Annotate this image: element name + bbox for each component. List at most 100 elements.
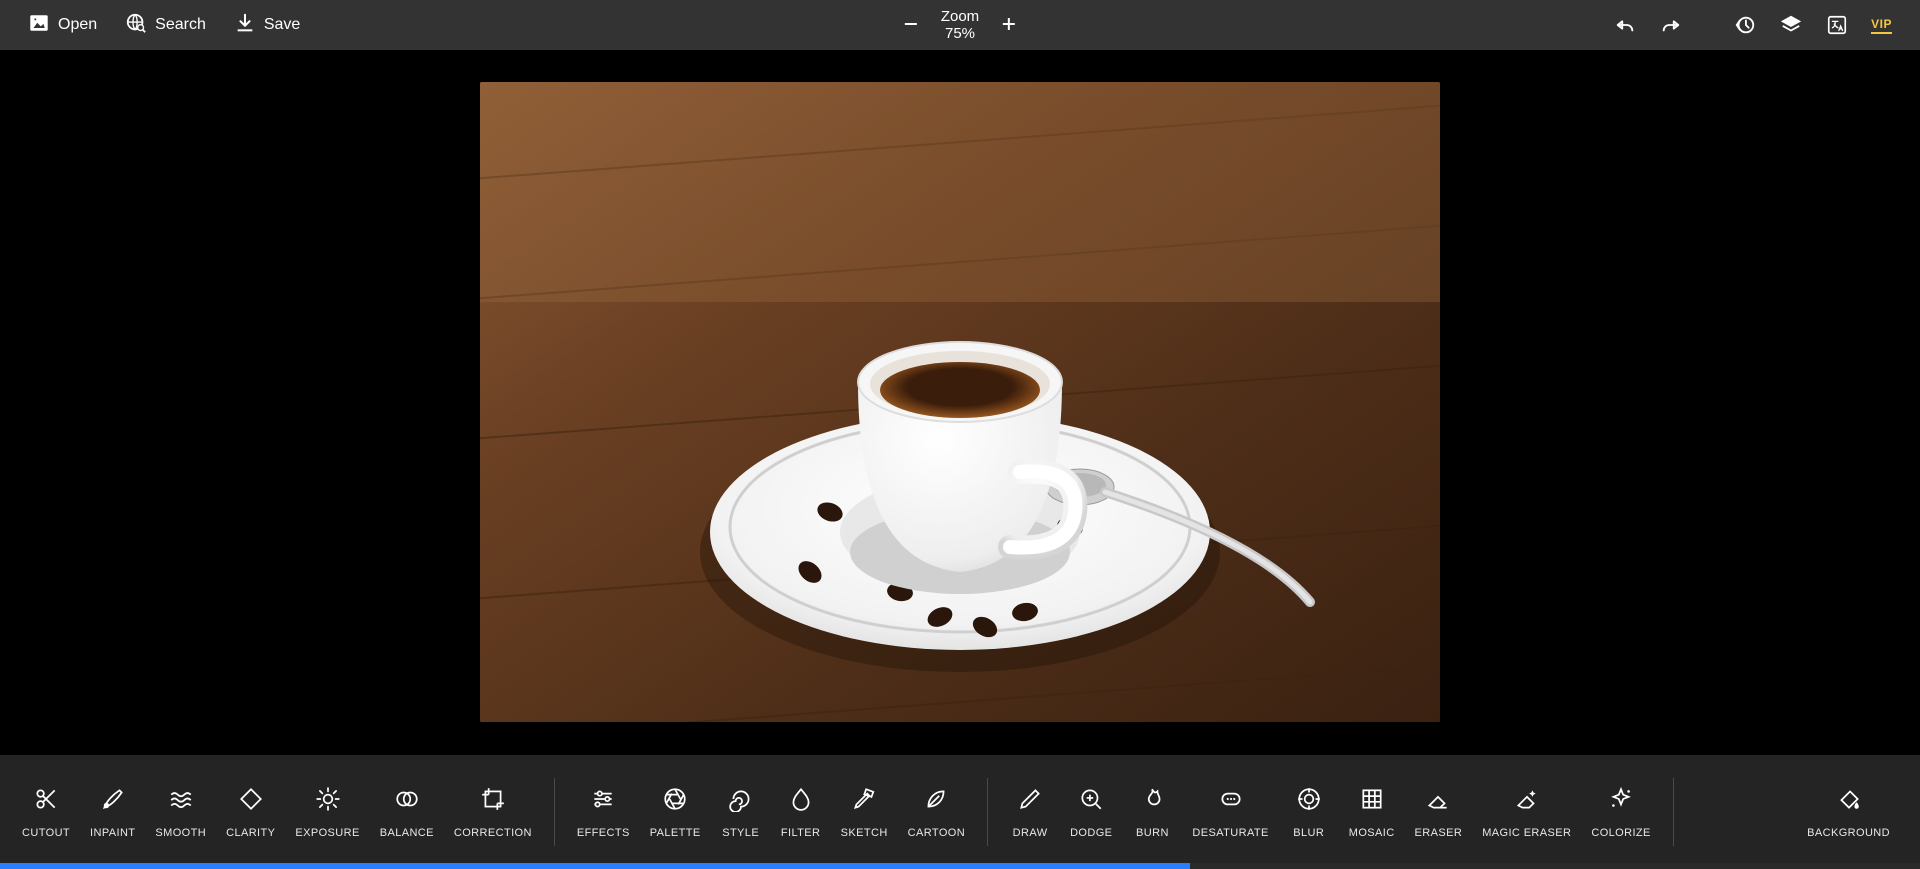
tool-group-style: EFFECTS PALETTE STYLE FILTER SKETCH CARTOON bbox=[567, 786, 975, 839]
tool-smooth[interactable]: SMOOTH bbox=[145, 786, 216, 839]
download-icon bbox=[234, 12, 256, 39]
zoom-in-button[interactable] bbox=[1001, 12, 1017, 38]
topbar-left: Open Search Save bbox=[28, 12, 300, 39]
tool-clarity[interactable]: CLARITY bbox=[216, 786, 285, 839]
tool-label: COLORIZE bbox=[1591, 827, 1650, 839]
tool-label: PALETTE bbox=[650, 827, 701, 839]
tool-label: CUTOUT bbox=[22, 827, 70, 839]
vip-badge[interactable]: VIP bbox=[1871, 17, 1892, 34]
tool-label: DODGE bbox=[1070, 827, 1112, 839]
redo-button[interactable] bbox=[1659, 13, 1683, 37]
leaf-icon bbox=[923, 786, 949, 817]
zoom-value: 75% bbox=[945, 25, 975, 42]
bottom-toolbar: CUTOUT INPAINT SMOOTH CLARITY EXPOSURE BALANC… bbox=[0, 755, 1920, 869]
tool-label: BACKGROUND bbox=[1807, 827, 1890, 839]
tool-label: FILTER bbox=[781, 827, 820, 839]
tool-desaturate[interactable]: DESATURATE bbox=[1182, 786, 1278, 839]
save-label: Save bbox=[264, 16, 300, 34]
tool-label: MOSAIC bbox=[1349, 827, 1395, 839]
toolbar-divider bbox=[554, 778, 555, 846]
progress-bar bbox=[0, 863, 1190, 869]
tool-exposure[interactable]: EXPOSURE bbox=[285, 786, 369, 839]
eraser-icon bbox=[1425, 786, 1451, 817]
tool-style[interactable]: STYLE bbox=[711, 786, 771, 839]
tool-label: STYLE bbox=[722, 827, 759, 839]
tool-group-paint: DRAW DODGE BURN DESATURATE BLUR MOSAIC ERASER M… bbox=[1000, 786, 1661, 839]
toolbar-divider bbox=[987, 778, 988, 846]
tool-mosaic[interactable]: MOSAIC bbox=[1339, 786, 1405, 839]
grid-icon bbox=[1359, 786, 1385, 817]
drop-icon bbox=[788, 786, 814, 817]
crop-frame-icon bbox=[480, 786, 506, 817]
tool-label: CLARITY bbox=[226, 827, 275, 839]
zoom-display[interactable]: Zoom 75% bbox=[941, 8, 979, 43]
rounded-rect-icon bbox=[1218, 786, 1244, 817]
tool-correction[interactable]: CORRECTION bbox=[444, 786, 542, 839]
topbar-right: VIP bbox=[1613, 13, 1892, 37]
scissors-icon bbox=[33, 786, 59, 817]
history-button[interactable] bbox=[1733, 13, 1757, 37]
tool-balance[interactable]: BALANCE bbox=[370, 786, 444, 839]
image-icon bbox=[28, 12, 50, 39]
tool-label: ERASER bbox=[1415, 827, 1463, 839]
flame-icon bbox=[1139, 786, 1165, 817]
globe-search-icon bbox=[125, 12, 147, 39]
open-label: Open bbox=[58, 16, 97, 34]
tool-effects[interactable]: EFFECTS bbox=[567, 786, 640, 839]
zoom-controls: Zoom 75% bbox=[903, 8, 1017, 43]
layers-button[interactable] bbox=[1779, 13, 1803, 37]
tool-label: BALANCE bbox=[380, 827, 434, 839]
brush-icon bbox=[100, 786, 126, 817]
tool-label: SKETCH bbox=[841, 827, 888, 839]
editor-image[interactable] bbox=[480, 82, 1440, 722]
pencil-icon bbox=[1017, 786, 1043, 817]
target-icon bbox=[1296, 786, 1322, 817]
tool-group-adjust: CUTOUT INPAINT SMOOTH CLARITY EXPOSURE BALANC… bbox=[12, 786, 542, 839]
topbar: Open Search Save Zoom 75% bbox=[0, 0, 1920, 50]
tool-label: SMOOTH bbox=[155, 827, 206, 839]
tool-draw[interactable]: DRAW bbox=[1000, 786, 1060, 839]
search-label: Search bbox=[155, 16, 206, 34]
tool-dodge[interactable]: DODGE bbox=[1060, 786, 1122, 839]
tool-burn[interactable]: BURN bbox=[1122, 786, 1182, 839]
tool-label: INPAINT bbox=[90, 827, 135, 839]
sparkle-eraser-icon bbox=[1514, 786, 1540, 817]
translate-button[interactable] bbox=[1825, 13, 1849, 37]
tool-eraser[interactable]: ERASER bbox=[1405, 786, 1473, 839]
zoom-out-button[interactable] bbox=[903, 12, 919, 38]
tool-blur[interactable]: BLUR bbox=[1279, 786, 1339, 839]
aperture-icon bbox=[662, 786, 688, 817]
tool-filter[interactable]: FILTER bbox=[771, 786, 831, 839]
tool-label: CORRECTION bbox=[454, 827, 532, 839]
tool-colorize[interactable]: COLORIZE bbox=[1581, 786, 1660, 839]
progress-track bbox=[0, 863, 1920, 869]
pencil-ruler-icon bbox=[851, 786, 877, 817]
sun-icon bbox=[315, 786, 341, 817]
tool-label: BURN bbox=[1136, 827, 1169, 839]
tool-magic-eraser[interactable]: MAGIC ERASER bbox=[1472, 786, 1581, 839]
save-button[interactable]: Save bbox=[234, 12, 300, 39]
undo-button[interactable] bbox=[1613, 13, 1637, 37]
tool-label: BLUR bbox=[1293, 827, 1324, 839]
tool-label: CARTOON bbox=[908, 827, 965, 839]
toolbar-divider bbox=[1673, 778, 1674, 846]
zoom-label: Zoom bbox=[941, 8, 979, 25]
tool-label: MAGIC ERASER bbox=[1482, 827, 1571, 839]
tool-inpaint[interactable]: INPAINT bbox=[80, 786, 145, 839]
diamond-icon bbox=[238, 786, 264, 817]
canvas-area[interactable] bbox=[0, 50, 1920, 755]
paint-bucket-icon bbox=[1836, 786, 1862, 817]
tool-sketch[interactable]: SKETCH bbox=[831, 786, 898, 839]
tool-palette[interactable]: PALETTE bbox=[640, 786, 711, 839]
overlap-icon bbox=[394, 786, 420, 817]
tool-group-background: BACKGROUND bbox=[1797, 786, 1900, 839]
search-button[interactable]: Search bbox=[125, 12, 206, 39]
tool-background[interactable]: BACKGROUND bbox=[1797, 786, 1900, 839]
sparkle-icon bbox=[1608, 786, 1634, 817]
open-button[interactable]: Open bbox=[28, 12, 97, 39]
sliders-icon bbox=[590, 786, 616, 817]
magnify-plus-icon bbox=[1078, 786, 1104, 817]
tool-label: EFFECTS bbox=[577, 827, 630, 839]
tool-cutout[interactable]: CUTOUT bbox=[12, 786, 80, 839]
tool-cartoon[interactable]: CARTOON bbox=[898, 786, 975, 839]
